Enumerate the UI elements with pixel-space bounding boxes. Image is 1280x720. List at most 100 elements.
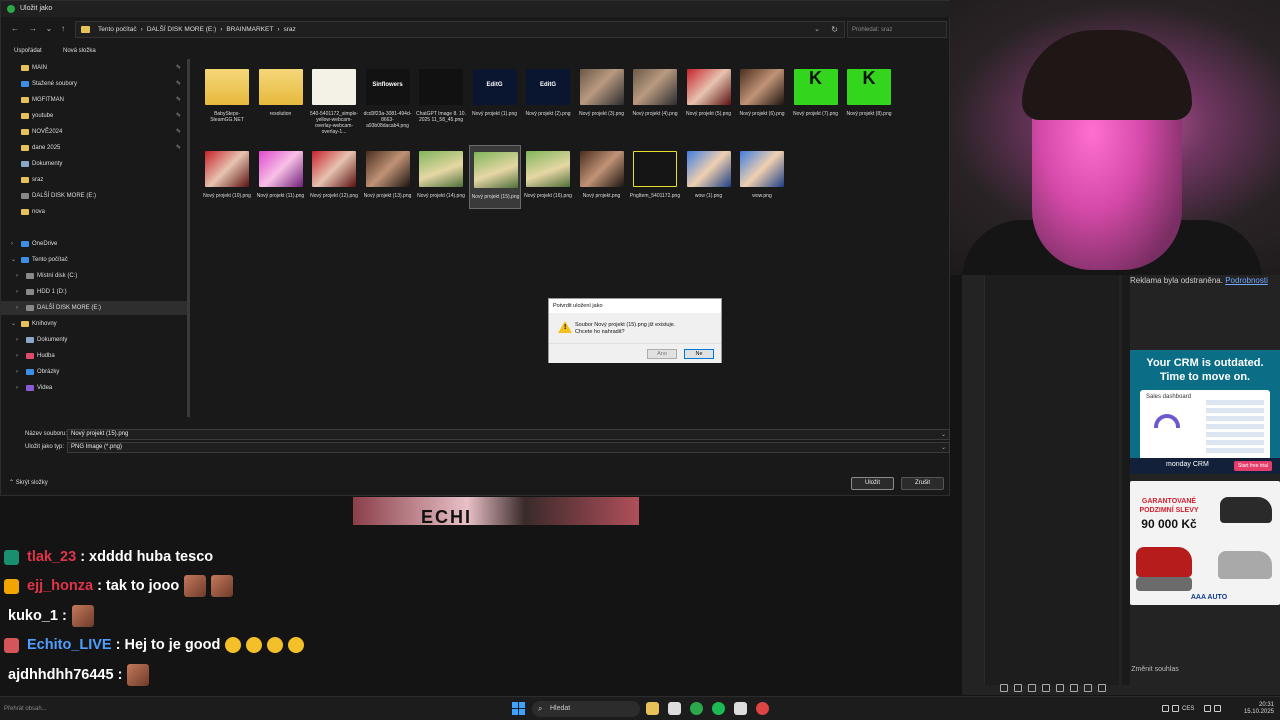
toolbar-icon[interactable] xyxy=(1027,684,1036,692)
nav-item[interactable]: MAIN ✎ xyxy=(1,61,187,75)
nav-item[interactable]: › OneDrive xyxy=(1,237,187,251)
breadcrumb-item[interactable]: Tento počítač xyxy=(98,26,137,33)
file-item[interactable]: resolution xyxy=(255,63,307,127)
breadcrumb-item[interactable]: BRAINMARKET xyxy=(226,26,273,33)
toolbar-icon[interactable] xyxy=(1055,684,1064,692)
nav-item[interactable]: Stažené soubory ✎ xyxy=(1,77,187,91)
crm-cta-button[interactable]: Start free trial xyxy=(1233,461,1272,471)
filetype-select[interactable]: PNG Image (*.png) ⌄ xyxy=(67,442,950,453)
organize-button[interactable]: Uspořádat xyxy=(14,48,42,54)
nav-item[interactable]: NOVĚ2024 ✎ xyxy=(1,125,187,139)
nav-item[interactable]: › DALŠÍ DISK MORE (E:) xyxy=(1,301,187,315)
breadcrumb[interactable]: Tento počítač › DALŠÍ DISK MORE (E:) › BRAIN… xyxy=(98,26,300,33)
nav-item[interactable]: DALŠÍ DISK MORE (E:) xyxy=(1,189,187,203)
nav-item[interactable]: sraz xyxy=(1,173,187,187)
file-item[interactable]: Nový projekt (13).png xyxy=(362,145,414,209)
hide-folders-toggle[interactable]: ⌃ Skrýt složky xyxy=(9,479,48,491)
file-item[interactable]: EditG Nový projekt (2).png xyxy=(522,63,574,127)
chevron-down-icon[interactable]: ⌄ xyxy=(814,25,820,33)
file-explorer-icon[interactable] xyxy=(646,702,659,715)
chat-username[interactable]: kuko_1 xyxy=(8,608,58,624)
chevron-down-icon[interactable]: ⌄ xyxy=(941,431,946,438)
windows-start-icon[interactable] xyxy=(512,702,525,715)
speaker-icon[interactable] xyxy=(1214,705,1221,712)
wifi-icon[interactable] xyxy=(1204,705,1211,712)
file-item[interactable]: Sinflowers dcd3f23a-3081-494d-8663-a93b08… xyxy=(362,63,414,129)
new-folder-button[interactable]: Nová složka xyxy=(63,48,96,54)
chevron-icon[interactable]: › xyxy=(16,285,18,299)
file-item[interactable]: Nový projekt.png xyxy=(576,145,628,209)
back-arrow-icon[interactable]: ← xyxy=(10,24,20,34)
chrome-icon[interactable] xyxy=(690,702,703,715)
chevron-icon[interactable]: › xyxy=(16,269,18,283)
file-item[interactable]: Nový projekt (15).png xyxy=(468,145,521,209)
dialog-titlebar[interactable]: Uložit jako xyxy=(1,1,951,17)
language-indicator[interactable]: CES xyxy=(1182,706,1194,712)
toolbar-icon[interactable] xyxy=(1041,684,1050,692)
file-item[interactable]: Nový projekt (16).png xyxy=(522,145,574,209)
nav-item[interactable]: nova xyxy=(1,205,187,219)
volume-icon[interactable] xyxy=(1172,705,1179,712)
nav-item[interactable]: › Místní disk (C:) xyxy=(1,269,187,283)
file-item[interactable]: Nový projekt (6).png xyxy=(736,63,788,127)
chevron-icon[interactable]: › xyxy=(16,333,18,347)
up-arrow-icon[interactable]: ↑ xyxy=(58,24,68,34)
change-consent-button[interactable]: Změnit souhlas xyxy=(1127,664,1183,676)
file-item[interactable]: Nový projekt (4).png xyxy=(629,63,681,127)
recent-chevron-icon[interactable]: ⌄ xyxy=(44,24,54,34)
nav-item[interactable]: ⌄ Tento počítač xyxy=(1,253,187,267)
chevron-down-icon[interactable]: ⌄ xyxy=(941,444,946,451)
obs-icon[interactable] xyxy=(734,702,747,715)
crm-ad[interactable]: Your CRM is outdated. Time to move on. S… xyxy=(1130,350,1280,474)
file-item[interactable]: PngItem_5401172.png xyxy=(629,145,681,209)
nav-item[interactable]: MGFITMAN ✎ xyxy=(1,93,187,107)
file-item[interactable]: Nový projekt (10).png xyxy=(201,145,253,209)
address-bar[interactable]: Tento počítač › DALŠÍ DISK MORE (E:) › BRAIN… xyxy=(75,21,845,38)
spotify-icon[interactable] xyxy=(712,702,725,715)
chevron-icon[interactable]: ⌄ xyxy=(11,317,16,331)
yes-button[interactable]: Ano xyxy=(647,349,677,359)
refresh-icon[interactable]: ↻ xyxy=(831,25,838,34)
app-icon[interactable] xyxy=(756,702,769,715)
clock[interactable]: 20:31 15.10.2025 xyxy=(1228,702,1274,716)
network-icon[interactable] xyxy=(1162,705,1169,712)
file-item[interactable]: wow.png xyxy=(736,145,788,209)
chevron-icon[interactable]: › xyxy=(16,301,18,315)
toolbar-icon[interactable] xyxy=(1013,684,1022,692)
file-item[interactable]: Nový projekt (12).png xyxy=(308,145,360,209)
breadcrumb-item[interactable]: DALŠÍ DISK MORE (E:) xyxy=(147,26,216,33)
chevron-icon[interactable]: › xyxy=(16,349,18,363)
file-item[interactable]: Nový projekt (3).png xyxy=(576,63,628,127)
nav-item[interactable]: › Dokumenty xyxy=(1,333,187,347)
ad-details-link[interactable]: Podrobnosti xyxy=(1225,276,1268,285)
no-button[interactable]: Ne xyxy=(684,349,714,359)
chevron-icon[interactable]: › xyxy=(16,365,18,379)
cancel-button[interactable]: Zrušit xyxy=(901,477,944,490)
nav-item[interactable]: youtube ✎ xyxy=(1,109,187,123)
file-item[interactable]: ChatGPT Image 8. 10. 2025 11_58_45.png xyxy=(415,63,467,127)
file-item[interactable]: K Nový projekt (8).png xyxy=(843,63,895,127)
toolbar-icon[interactable] xyxy=(1083,684,1092,692)
nav-item[interactable]: dane 2025 ✎ xyxy=(1,141,187,155)
chat-username[interactable]: ejj_honza xyxy=(27,578,93,594)
file-item[interactable]: Nový projekt (5).png xyxy=(683,63,735,127)
chat-username[interactable]: ajdhhdhh76445 xyxy=(8,667,114,683)
nav-item[interactable]: ⌄ Knihovny xyxy=(1,317,187,331)
toolbar-icon[interactable] xyxy=(1069,684,1078,692)
nav-item[interactable]: › Obrázky xyxy=(1,365,187,379)
search-input[interactable]: Prohledat: sraz xyxy=(847,21,947,38)
chevron-icon[interactable]: ⌄ xyxy=(11,253,16,267)
app-icon[interactable] xyxy=(668,702,681,715)
toolbar-icon[interactable] xyxy=(1097,684,1106,692)
file-item[interactable]: 540-5401172_simple-yellow-webcam-overlay… xyxy=(308,63,360,135)
file-item[interactable]: Nový projekt (11).png xyxy=(255,145,307,209)
nav-item[interactable]: › Hudba xyxy=(1,349,187,363)
filename-input[interactable]: Nový projekt (15).png ⌄ xyxy=(67,429,950,440)
file-item[interactable]: wow (1).png xyxy=(683,145,735,209)
nav-item[interactable]: Dokumenty xyxy=(1,157,187,171)
chevron-icon[interactable]: › xyxy=(11,237,13,251)
save-button[interactable]: Uložit xyxy=(851,477,894,490)
file-item[interactable]: Nový projekt (14).png xyxy=(415,145,467,209)
chat-username[interactable]: Echito_LIVE xyxy=(27,637,112,653)
file-item[interactable]: EditG Nový projekt (1).png xyxy=(469,63,521,127)
